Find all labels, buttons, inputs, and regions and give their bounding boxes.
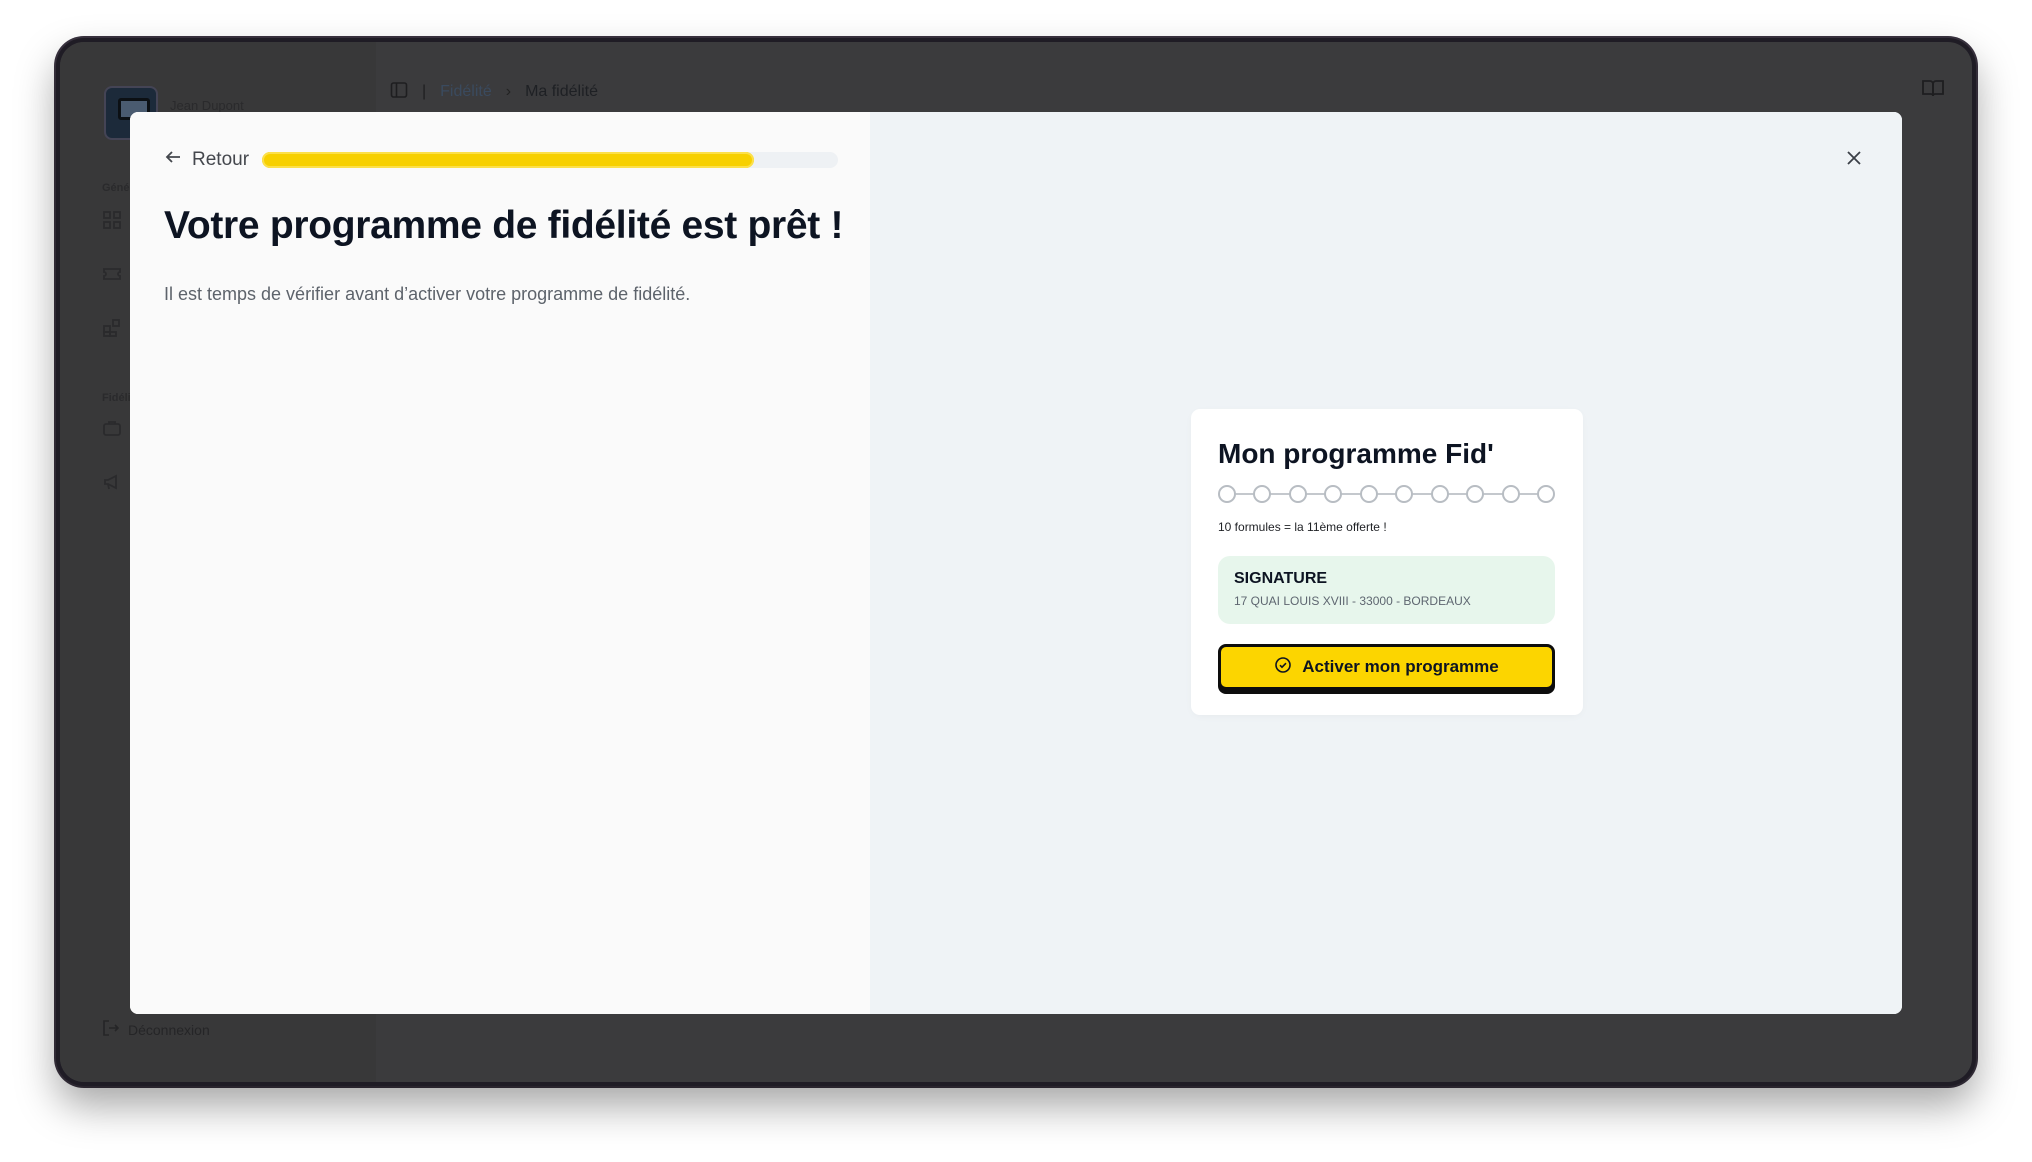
activate-program-label: Activer mon programme bbox=[1302, 657, 1499, 676]
shop-info-box: SIGNATURE 17 QUAI LOUIS XVIII - 33000 - … bbox=[1218, 556, 1555, 624]
arrow-left-icon bbox=[164, 148, 182, 172]
ticket-icon[interactable] bbox=[102, 264, 122, 284]
breadcrumb: | Fidélité › Ma fidélité bbox=[390, 80, 598, 104]
stamp-slot bbox=[1430, 485, 1449, 503]
breadcrumb-parent-link[interactable]: Fidélité bbox=[440, 83, 492, 101]
megaphone-icon[interactable] bbox=[102, 472, 122, 492]
card-title: Mon programme Fid' bbox=[1218, 438, 1494, 469]
stamp-slot bbox=[1253, 485, 1272, 503]
briefcase-icon[interactable] bbox=[102, 418, 122, 438]
sidebar-toggle-icon[interactable] bbox=[390, 81, 408, 104]
close-icon[interactable] bbox=[1842, 146, 1866, 170]
back-label: Retour bbox=[192, 149, 250, 170]
stamp-slot bbox=[1537, 485, 1555, 503]
stamp-slot bbox=[1218, 485, 1236, 503]
stamp-connector bbox=[1226, 493, 1547, 495]
widgets-icon[interactable] bbox=[102, 318, 122, 338]
user-name: Jean Dupont bbox=[170, 98, 244, 113]
dashboard-icon[interactable] bbox=[102, 210, 122, 230]
modal-left-pane: Retour Votre programme de fidélité est p… bbox=[130, 112, 870, 1014]
stamp-slot bbox=[1359, 485, 1378, 503]
breadcrumb-divider: | bbox=[422, 83, 427, 100]
loyalty-card-preview: Mon programme Fid' 10 formules = la 11èm… bbox=[1187, 405, 1587, 719]
logout-button[interactable]: Déconnexion bbox=[102, 1019, 210, 1040]
shop-name: SIGNATURE bbox=[1234, 570, 1328, 587]
activate-program-button[interactable]: Activer mon programme bbox=[1218, 644, 1555, 690]
shop-address: 17 QUAI LOUIS XVIII - 33000 - BORDEAUX bbox=[1234, 594, 1471, 608]
section-label-general: Géné bbox=[102, 182, 130, 194]
page-title: Votre programme de fidélité est prêt ! bbox=[164, 204, 844, 247]
logout-icon bbox=[102, 1019, 120, 1040]
section-label-fidelite: Fidéli bbox=[102, 392, 131, 404]
stamp-slot bbox=[1395, 485, 1414, 503]
progress-bar bbox=[262, 152, 838, 168]
stamp-slot bbox=[1288, 485, 1307, 503]
stamp-slot bbox=[1501, 485, 1520, 503]
back-button[interactable]: Retour bbox=[164, 148, 249, 172]
progress-fill bbox=[262, 152, 755, 168]
stamp-slot bbox=[1324, 485, 1343, 503]
logout-label: Déconnexion bbox=[128, 1021, 210, 1038]
setup-modal: Retour Votre programme de fidélité est p… bbox=[130, 112, 1902, 1014]
book-icon[interactable] bbox=[1922, 78, 1944, 98]
card-caption: 10 formules = la 11ème offerte ! bbox=[1218, 520, 1387, 534]
page-subtitle: Il est temps de vérifier avant d’activer… bbox=[164, 284, 691, 304]
breadcrumb-separator: › bbox=[505, 83, 512, 100]
breadcrumb-current: Ma fidélité bbox=[525, 83, 598, 100]
stamp-track bbox=[1218, 484, 1555, 504]
stamp-slot bbox=[1466, 485, 1485, 503]
check-circle-icon bbox=[1274, 656, 1292, 679]
